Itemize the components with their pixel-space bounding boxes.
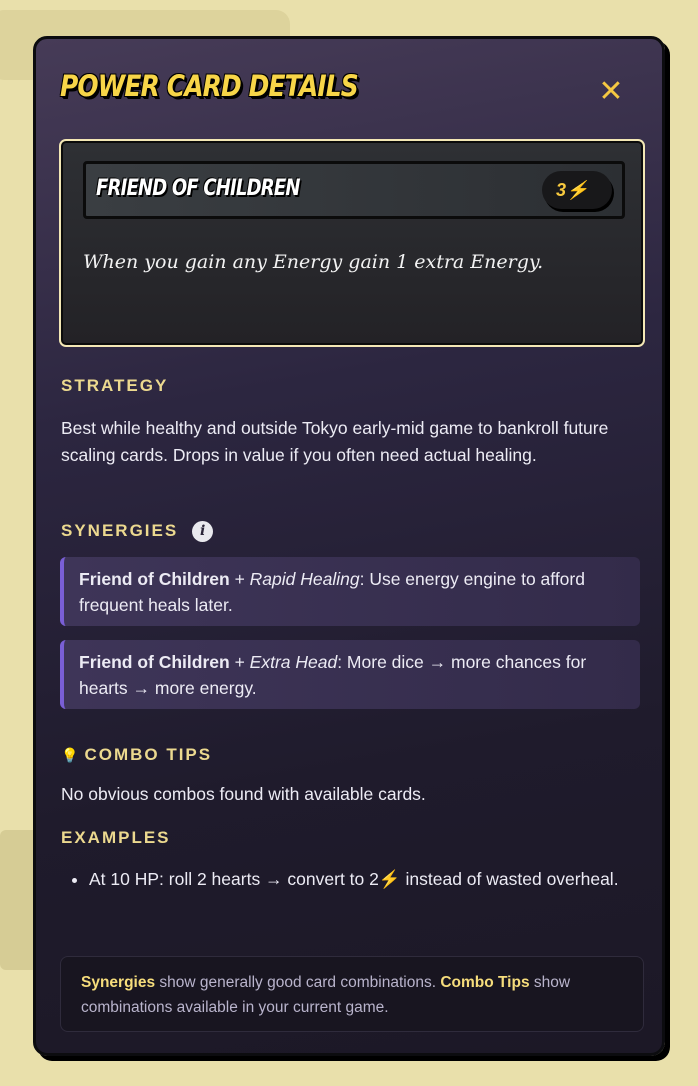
combo-tips-label: COMBO TIPS [84,745,213,764]
synergies-label: SYNERGIES [61,521,179,540]
strategy-heading: STRATEGY [61,376,169,395]
synergy-plus: + [229,652,250,672]
card-description: When you gain any Energy gain 1 extra En… [83,251,544,273]
power-card: FRIEND OF CHILDREN 3⚡ When you gain any … [59,139,645,347]
synergies-heading: SYNERGIES i [61,521,214,542]
combo-tips-text: No obvious combos found with available c… [61,784,426,804]
synergy-plus: + [229,569,250,589]
modal-title: POWER CARD DETAILS [60,69,359,103]
examples-list: At 10 HP: roll 2 hearts → convert to 2⚡ … [61,866,646,893]
examples-heading: EXAMPLES [61,828,171,847]
synergy-partner: Extra Head [249,652,338,672]
note-combo-tips: Combo Tips [440,974,530,991]
info-icon[interactable]: i [192,521,214,542]
card-header: FRIEND OF CHILDREN 3⚡ [83,161,625,219]
example-item: At 10 HP: roll 2 hearts → convert to 2⚡ … [89,866,646,893]
synergy-item: Friend of Children + Rapid Healing: Use … [60,557,640,626]
close-icon[interactable]: ✕ [596,77,626,107]
synergy-partner: Rapid Healing [249,569,360,589]
lightbulb-icon: 💡 [61,747,79,763]
synergy-item: Friend of Children + Extra Head: More di… [60,640,640,709]
strategy-text: Best while healthy and outside Tokyo ear… [61,418,609,465]
note-text: show generally good card combinations. [155,974,441,991]
power-card-details-modal: POWER CARD DETAILS ✕ FRIEND OF CHILDREN … [33,36,665,1056]
legend-note: Synergies show generally good card combi… [60,956,644,1032]
combo-tips-heading: 💡 COMBO TIPS [61,745,212,765]
card-name: FRIEND OF CHILDREN [96,176,300,201]
note-synergies: Synergies [81,974,156,991]
synergy-card: Friend of Children [79,652,230,672]
card-cost-badge: 3⚡ [542,171,612,209]
synergy-card: Friend of Children [79,569,230,589]
